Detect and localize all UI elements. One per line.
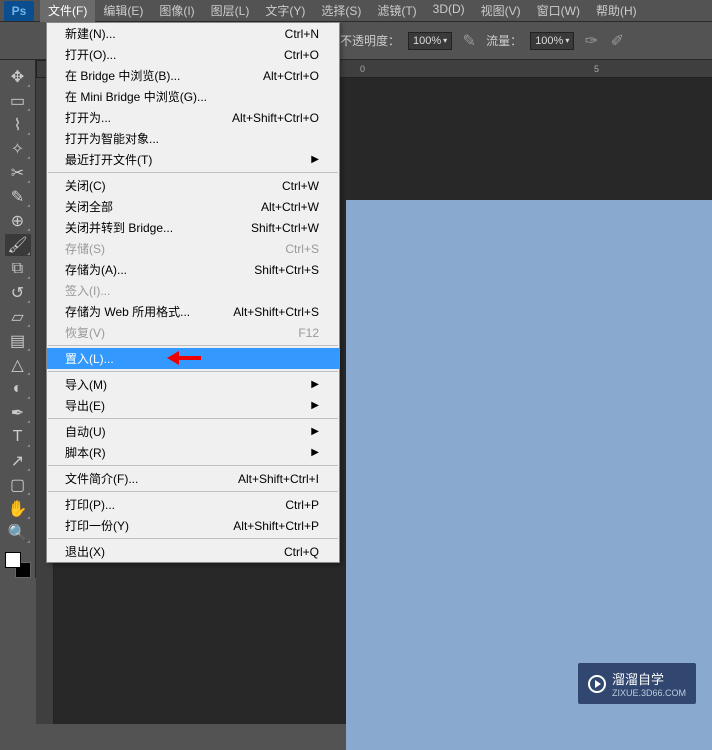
highlight-arrow-icon	[167, 349, 207, 365]
menu-separator	[48, 172, 338, 173]
menu-item-置入(L)...[interactable]: 置入(L)...	[47, 348, 339, 369]
zoom-tool[interactable]: 🔍	[5, 522, 31, 544]
eyedropper-tool[interactable]: ✎	[5, 186, 31, 208]
pen-tool[interactable]: ✒	[5, 402, 31, 424]
watermark-title: 溜溜自学	[612, 672, 664, 687]
stamp-tool[interactable]: ⧉	[5, 258, 31, 280]
menu-编辑(E)[interactable]: 编辑(E)	[95, 0, 151, 22]
blur-tool[interactable]: △	[5, 354, 31, 376]
menu-separator	[48, 418, 338, 419]
menu-视图(V)[interactable]: 视图(V)	[473, 0, 529, 22]
wand-tool[interactable]: ✧	[5, 138, 31, 160]
gradient-tool[interactable]: ▤	[5, 330, 31, 352]
menu-item-导出(E)[interactable]: 导出(E)▶	[47, 395, 339, 416]
menu-文字(Y)[interactable]: 文字(Y)	[257, 0, 313, 22]
lasso-tool[interactable]: ⌇	[5, 114, 31, 136]
menu-item-在 Mini Bridge 中浏览(G)...[interactable]: 在 Mini Bridge 中浏览(G)...	[47, 86, 339, 107]
menu-item-打开(O)...[interactable]: 打开(O)...Ctrl+O	[47, 44, 339, 65]
color-swatches[interactable]	[5, 552, 31, 578]
menu-3D(D)[interactable]: 3D(D)	[425, 0, 473, 22]
menu-item-签入(I)...: 签入(I)...	[47, 280, 339, 301]
opacity-label: 不透明度：	[340, 32, 400, 49]
menu-item-自动(U)[interactable]: 自动(U)▶	[47, 421, 339, 442]
menu-item-在 Bridge 中浏览(B)...[interactable]: 在 Bridge 中浏览(B)...Alt+Ctrl+O	[47, 65, 339, 86]
toolbox: ✥▭⌇✧✂✎⊕🖌⧉↺▱▤△◐✒T↗▢✋🔍	[0, 60, 36, 578]
flow-label: 流量：	[486, 32, 522, 49]
menu-item-关闭并转到 Bridge...[interactable]: 关闭并转到 Bridge...Shift+Ctrl+W	[47, 217, 339, 238]
menu-separator	[48, 465, 338, 466]
menubar: Ps 文件(F)编辑(E)图像(I)图层(L)文字(Y)选择(S)滤镜(T)3D…	[0, 0, 712, 22]
dodge-tool[interactable]: ◐	[5, 378, 31, 400]
move-tool[interactable]: ✥	[5, 66, 31, 88]
file-menu-dropdown: 新建(N)...Ctrl+N打开(O)...Ctrl+O在 Bridge 中浏览…	[46, 22, 340, 563]
airbrush-icon[interactable]: ✑	[582, 32, 600, 50]
menu-separator	[48, 345, 338, 346]
spotheal-tool[interactable]: ⊕	[5, 210, 31, 232]
menu-item-退出(X)[interactable]: 退出(X)Ctrl+Q	[47, 541, 339, 562]
menu-separator	[48, 538, 338, 539]
menu-item-打印一份(Y)[interactable]: 打印一份(Y)Alt+Shift+Ctrl+P	[47, 515, 339, 536]
menu-item-关闭全部[interactable]: 关闭全部Alt+Ctrl+W	[47, 196, 339, 217]
brush-tool[interactable]: 🖌	[5, 234, 31, 256]
opacity-value[interactable]: 100%▾	[408, 32, 452, 50]
menu-item-存储(S): 存储(S)Ctrl+S	[47, 238, 339, 259]
path-tool[interactable]: ↗	[5, 450, 31, 472]
menu-item-最近打开文件(T)[interactable]: 最近打开文件(T)▶	[47, 149, 339, 170]
menu-item-打开为...[interactable]: 打开为...Alt+Shift+Ctrl+O	[47, 107, 339, 128]
menu-文件(F)[interactable]: 文件(F)	[40, 0, 95, 22]
history-tool[interactable]: ↺	[5, 282, 31, 304]
menu-separator	[48, 371, 338, 372]
menu-item-脚本(R)[interactable]: 脚本(R)▶	[47, 442, 339, 463]
menu-选择(S)[interactable]: 选择(S)	[313, 0, 369, 22]
play-icon	[588, 675, 606, 693]
watermark-url: ZIXUE.3D66.COM	[612, 688, 686, 698]
flow-value[interactable]: 100%▾	[530, 32, 574, 50]
app-logo: Ps	[4, 1, 34, 21]
menu-item-恢复(V): 恢复(V)F12	[47, 322, 339, 343]
menu-图像(I)[interactable]: 图像(I)	[151, 0, 202, 22]
pressure-opacity-icon[interactable]: ✎	[460, 32, 478, 50]
type-tool[interactable]: T	[5, 426, 31, 448]
menu-帮助(H)[interactable]: 帮助(H)	[588, 0, 645, 22]
marquee-tool[interactable]: ▭	[5, 90, 31, 112]
menu-item-存储为(A)...[interactable]: 存储为(A)...Shift+Ctrl+S	[47, 259, 339, 280]
crop-tool[interactable]: ✂	[5, 162, 31, 184]
menu-item-关闭(C)[interactable]: 关闭(C)Ctrl+W	[47, 175, 339, 196]
menu-窗口(W)[interactable]: 窗口(W)	[529, 0, 588, 22]
menu-item-文件简介(F)...[interactable]: 文件简介(F)...Alt+Shift+Ctrl+I	[47, 468, 339, 489]
menu-separator	[48, 491, 338, 492]
rect-tool[interactable]: ▢	[5, 474, 31, 496]
menu-item-导入(M)[interactable]: 导入(M)▶	[47, 374, 339, 395]
pressure-size-icon[interactable]: ✐	[608, 32, 626, 50]
menu-item-新建(N)...[interactable]: 新建(N)...Ctrl+N	[47, 23, 339, 44]
watermark: 溜溜自学 ZIXUE.3D66.COM	[578, 663, 696, 704]
eraser-tool[interactable]: ▱	[5, 306, 31, 328]
menu-图层(L)[interactable]: 图层(L)	[203, 0, 258, 22]
menu-item-存储为 Web 所用格式...[interactable]: 存储为 Web 所用格式...Alt+Shift+Ctrl+S	[47, 301, 339, 322]
menu-滤镜(T)[interactable]: 滤镜(T)	[369, 0, 424, 22]
menu-item-打印(P)...[interactable]: 打印(P)...Ctrl+P	[47, 494, 339, 515]
menu-item-打开为智能对象...[interactable]: 打开为智能对象...	[47, 128, 339, 149]
hand-tool[interactable]: ✋	[5, 498, 31, 520]
